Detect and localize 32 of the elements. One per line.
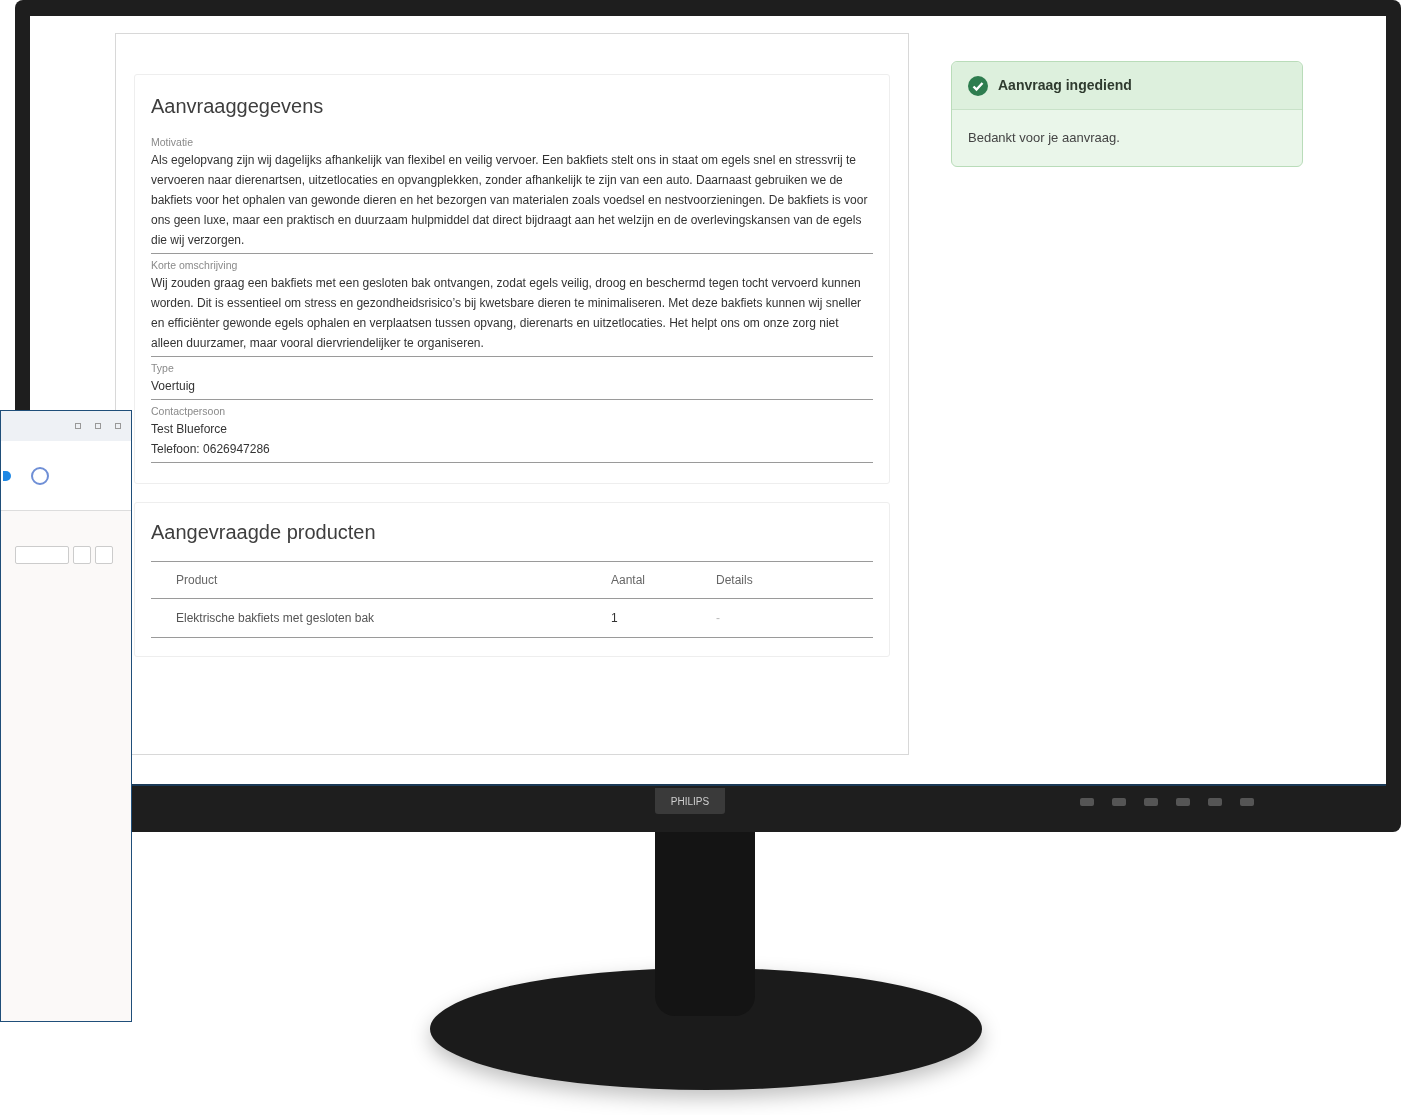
toolbar-button[interactable] — [15, 546, 69, 564]
section-title: Aangevraagde producten — [151, 520, 377, 545]
table-cell: Elektrische bakfiets met gesloten bak — [151, 598, 611, 638]
field-label: Motivatie — [151, 135, 194, 150]
monitor-button-icon[interactable] — [1176, 798, 1190, 806]
monitor-button-icon[interactable] — [1208, 798, 1222, 806]
field-value: Als egelopvang zijn wij dagelijks afhankelijk van flexibel en veilig vervoer. Een bakfiets stelt ons in staat om egels snel en stressvrij te vervoeren naar dierenartsen, uitzetlocaties en opvangplekken, zonder afhankelijk te zijn van een auto. Daarnaast gebruiken we de bakfiets voor het ophalen van gewonde dieren en het bezorgen van materialen zoals voedsel en nestvoorzieningen. De bakfiets is voor ons geen luxe, maar een praktisch en duurzaam hulpmiddel dat direct bijdraagt aan het welzijn en de overlevingskansen van de egels die wij verzorgen. — [151, 152, 869, 249]
column-header: Aantal — [611, 561, 716, 599]
section-title: Aanvraaggegevens — [151, 94, 325, 119]
toolbar-button[interactable] — [73, 546, 91, 564]
brand-label: PHILIPS — [655, 788, 725, 814]
monitor-button-icon[interactable] — [1144, 798, 1158, 806]
table-cell: 1 — [611, 598, 716, 638]
ribbon-icon[interactable] — [3, 470, 11, 481]
table-cell: - — [716, 598, 873, 638]
alert-title: Aanvraag ingediend — [998, 76, 1132, 95]
ribbon-icon[interactable] — [31, 466, 49, 485]
monitor-button-icon[interactable] — [1240, 798, 1254, 806]
column-header: Details — [716, 561, 873, 599]
field-value: Voertuig — [151, 378, 197, 395]
checkmark-icon — [968, 75, 988, 96]
monitor-button-icon[interactable] — [1112, 798, 1126, 806]
field-label: Korte omschrijving — [151, 258, 239, 273]
field-value: Test Blueforce — [151, 421, 229, 438]
field-label: Contactpersoon — [151, 404, 227, 419]
field-label: Type — [151, 361, 175, 376]
field-value: Telefoon: 0626947286 — [151, 441, 271, 458]
monitor-button-icon[interactable] — [1080, 798, 1094, 806]
field-value: Wij zouden graag een bakfiets met een gesloten bak ontvangen, zodat egels veilig, droog en beschermd tegen tocht vervoerd kunnen worden. Dit is essentieel om stress en gezondheidsrisico’s bij kwetsbare dieren te minimaliseren. Met deze bakfiets kunnen wij sneller en efficiënter gewonde egels ophalen en verplaatsen tussen opvang, dierenarts en uitzetlocaties. Het helpt ons om onze zorg niet alleen duurzamer, maar vooral diervriendelijker te organiseren. — [151, 275, 863, 352]
more-button[interactable] — [95, 546, 113, 564]
alert-message: Bedankt voor je aanvraag. — [968, 129, 1120, 148]
column-header: Product — [151, 561, 611, 599]
